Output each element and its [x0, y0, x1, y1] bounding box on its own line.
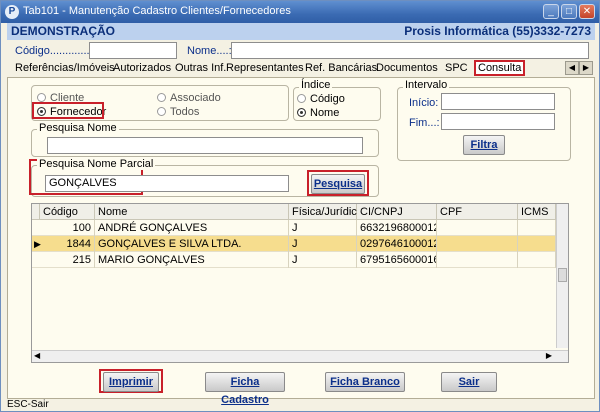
radio-selected-icon	[297, 108, 306, 117]
table-row[interactable]: 215 MARIO GONÇALVES J 67951656000160	[32, 252, 556, 268]
table-row-selected[interactable]: ▶ 1844 GONÇALVES E SILVA LTDA. J 0297646…	[32, 236, 556, 252]
inicio-label: Início:	[409, 97, 439, 109]
cell-tipo: J	[289, 252, 357, 268]
cell-nome: GONÇALVES E SILVA LTDA.	[95, 236, 289, 252]
radio-associado[interactable]: Associado	[157, 92, 221, 104]
cell-cnpj: 66321968000128	[357, 220, 437, 236]
pesquisa-nome-input[interactable]	[47, 137, 363, 154]
codigo-label: Código.............:	[15, 45, 93, 57]
cell-icms	[518, 220, 556, 236]
title-bar: P Tab101 - Manutenção Cadastro Clientes/…	[1, 1, 599, 23]
scroll-left-icon[interactable]: ◀	[34, 351, 40, 360]
highlight-fornecedor	[32, 102, 104, 119]
table-row[interactable]: 100 ANDRÉ GONÇALVES J 66321968000128	[32, 220, 556, 236]
radio-indice-codigo[interactable]: Código	[297, 93, 345, 105]
indice-title: Índice	[299, 79, 333, 91]
cell-cnpj: 02976461000120	[357, 236, 437, 252]
cell-codigo: 1844	[40, 236, 95, 252]
pesquisa-parcial-title: Pesquisa Nome Parcial	[37, 158, 156, 170]
minimize-icon[interactable]: _	[543, 4, 559, 19]
cell-codigo: 100	[40, 220, 95, 236]
scroll-thumb[interactable]	[558, 268, 567, 282]
inicio-input[interactable]	[441, 93, 555, 110]
grid-horizontal-scrollbar[interactable]: ◀ ▶	[32, 350, 568, 362]
cell-tipo: J	[289, 220, 357, 236]
pesquisa-nome-title: Pesquisa Nome	[37, 122, 119, 134]
col-header-cpf[interactable]: CPF	[437, 204, 518, 220]
tab-ref-bancarias[interactable]: Ref. Bancárias	[305, 62, 377, 74]
intervalo-title: Intervalo	[403, 79, 450, 91]
cell-cpf	[437, 236, 518, 252]
codigo-input[interactable]	[89, 42, 177, 59]
status-bar: ESC-Sair	[7, 399, 49, 410]
cell-cpf	[437, 252, 518, 268]
results-grid: Código Nome Física/Jurídica CI/CNPJ CPF …	[31, 203, 569, 363]
cell-nome: ANDRÉ GONÇALVES	[95, 220, 289, 236]
tab-representantes[interactable]: Representantes	[226, 62, 304, 74]
col-header-nome[interactable]: Nome	[95, 204, 289, 220]
pesquisa-parcial-input[interactable]: GONÇALVES	[45, 175, 289, 192]
scroll-right-icon[interactable]: ▶	[546, 351, 552, 360]
cell-icms	[518, 252, 556, 268]
fim-input[interactable]	[441, 113, 555, 130]
grid-corner	[32, 204, 40, 220]
tab-outras-inf[interactable]: Outras Inf.	[175, 62, 226, 74]
cell-nome: MARIO GONÇALVES	[95, 252, 289, 268]
tab-documentos[interactable]: Documentos	[376, 62, 438, 74]
radio-icon	[157, 93, 166, 102]
radio-icon	[37, 93, 46, 102]
radio-icon	[297, 94, 306, 103]
tab-scroll-right-icon[interactable]: ▶	[579, 61, 593, 75]
ficha-cadastro-button[interactable]: Ficha Cadastro	[205, 372, 285, 406]
radio-icon	[157, 107, 166, 116]
close-icon[interactable]: ✕	[579, 4, 595, 19]
company-name: DEMONSTRAÇÃO	[11, 24, 115, 38]
col-header-ci-cnpj[interactable]: CI/CNPJ	[357, 204, 437, 220]
tab-referencias[interactable]: Referências/Imóveis	[15, 62, 115, 74]
radio-indice-nome[interactable]: Nome	[297, 107, 339, 119]
pesquisa-button[interactable]: Pesquisa	[311, 174, 365, 194]
fim-label: Fim...:	[409, 117, 440, 129]
cell-icms	[518, 236, 556, 252]
main-window: P Tab101 - Manutenção Cadastro Clientes/…	[0, 0, 600, 412]
tab-scroll-left-icon[interactable]: ◀	[565, 61, 579, 75]
cell-cnpj: 67951656000160	[357, 252, 437, 268]
app-icon: P	[5, 5, 19, 19]
sair-button[interactable]: Sair	[441, 372, 497, 392]
maximize-icon[interactable]: □	[561, 4, 577, 19]
brand-bar: DEMONSTRAÇÃO Prosis Informática (55)3332…	[7, 23, 595, 40]
nome-label: Nome....:	[187, 45, 232, 57]
imprimir-button[interactable]: Imprimir	[103, 372, 159, 392]
col-header-fisica-juridica[interactable]: Física/Jurídica	[289, 204, 363, 220]
filtra-button[interactable]: Filtra	[463, 135, 505, 155]
vendor-info: Prosis Informática (55)3332-7273	[404, 24, 591, 38]
ficha-branco-button[interactable]: Ficha Branco	[325, 372, 405, 392]
cell-cpf	[437, 220, 518, 236]
window-title: Tab101 - Manutenção Cadastro Clientes/Fo…	[23, 5, 291, 17]
radio-todos[interactable]: Todos	[157, 106, 199, 118]
grid-vertical-scrollbar[interactable]	[556, 204, 568, 348]
col-header-codigo[interactable]: Código	[40, 204, 95, 220]
tab-autorizados[interactable]: Autorizados	[113, 62, 171, 74]
col-header-icms[interactable]: ICMS	[518, 204, 556, 220]
cell-tipo: J	[289, 236, 357, 252]
tab-consulta[interactable]: Consulta	[474, 60, 526, 76]
nome-input[interactable]	[231, 42, 589, 59]
tab-spc[interactable]: SPC	[445, 62, 468, 74]
cell-codigo: 215	[40, 252, 95, 268]
